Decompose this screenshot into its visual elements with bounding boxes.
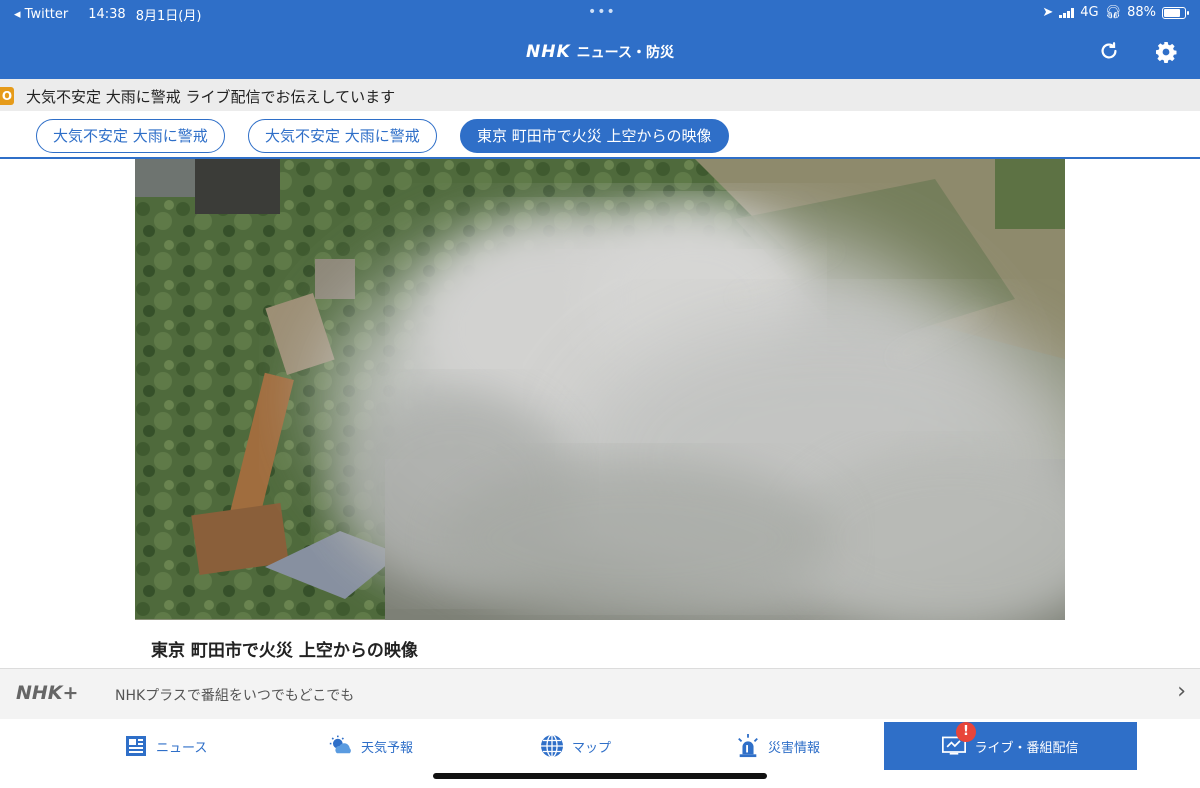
location-icon: ➤ — [1042, 5, 1054, 20]
battery-percent: 88% — [1127, 5, 1156, 20]
tab-news[interactable]: ニュース — [124, 722, 207, 770]
video-frame — [135, 159, 1065, 620]
network-type: 4G — [1080, 5, 1099, 20]
topic-pill[interactable]: 大気不安定 大雨に警戒 — [248, 119, 437, 153]
gear-icon — [1156, 42, 1177, 63]
notification-badge: ! — [956, 722, 976, 742]
app-header: ◂ Twitter 14:38 8月1日(月) ••• ➤ 4G 🎧︎ 88% … — [0, 0, 1200, 79]
tab-weather[interactable]: 天気予報 — [329, 722, 413, 770]
nhk-plus-logo: NHK+ — [16, 682, 79, 704]
alert-badge: O — [0, 87, 14, 105]
topic-tabs: 大気不安定 大雨に警戒 大気不安定 大雨に警戒 東京 町田市で火災 上空からの映… — [0, 111, 1200, 159]
video-caption[interactable]: 東京 町田市で火災 上空からの映像 — [151, 636, 418, 661]
tab-label: マップ — [572, 740, 612, 756]
home-indicator[interactable] — [433, 773, 767, 779]
alert-text: 大気不安定 大雨に警戒 ライブ配信でお伝えしています — [26, 88, 396, 106]
tab-label: ニュース — [156, 740, 208, 756]
headphones-icon: 🎧︎ — [1104, 5, 1122, 20]
chevron-right-icon: › — [1177, 679, 1186, 704]
battery-icon — [1162, 6, 1189, 19]
app-title: ニュース・防災 — [576, 45, 674, 61]
tab-map[interactable]: マップ — [540, 722, 611, 770]
tab-disaster-info[interactable]: 災害情報 — [736, 722, 820, 770]
topic-pill[interactable]: 大気不安定 大雨に警戒 — [36, 119, 225, 153]
refresh-icon — [1101, 42, 1117, 59]
tab-live[interactable]: ライブ・番組配信 — [884, 722, 1137, 770]
signal-icon — [1059, 7, 1075, 18]
globe-icon — [540, 734, 564, 758]
alarm-light-icon — [736, 734, 760, 758]
tab-label: ライブ・番組配信 — [974, 740, 1079, 756]
page-title: NHK ニュース・防災 — [0, 42, 1200, 62]
nhk-plus-text: NHKプラスで番組をいつでもどこでも — [115, 688, 355, 704]
nhk-logo: NHK — [526, 42, 571, 62]
status-bar: ◂ Twitter 14:38 8月1日(月) ••• ➤ 4G 🎧︎ 88% — [0, 0, 1200, 26]
settings-button[interactable] — [1153, 40, 1179, 66]
weather-icon — [329, 734, 353, 758]
nhk-plus-banner[interactable]: NHK+ NHKプラスで番組をいつでもどこでも › — [0, 668, 1200, 720]
back-to-app-link[interactable]: ◂ Twitter — [14, 7, 68, 22]
topic-pill-active[interactable]: 東京 町田市で火災 上空からの映像 — [460, 119, 729, 153]
refresh-button[interactable] — [1096, 40, 1122, 66]
multitask-dots-icon[interactable]: ••• — [588, 4, 616, 20]
tab-label: 天気予報 — [361, 740, 414, 756]
alert-banner[interactable]: O 大気不安定 大雨に警戒 ライブ配信でお伝えしています — [0, 79, 1200, 111]
status-date: 8月1日(月) — [135, 9, 202, 24]
news-icon — [124, 734, 148, 758]
video-player[interactable] — [135, 159, 1065, 620]
status-time: 14:38 — [88, 7, 126, 22]
tab-label: 災害情報 — [768, 740, 821, 756]
